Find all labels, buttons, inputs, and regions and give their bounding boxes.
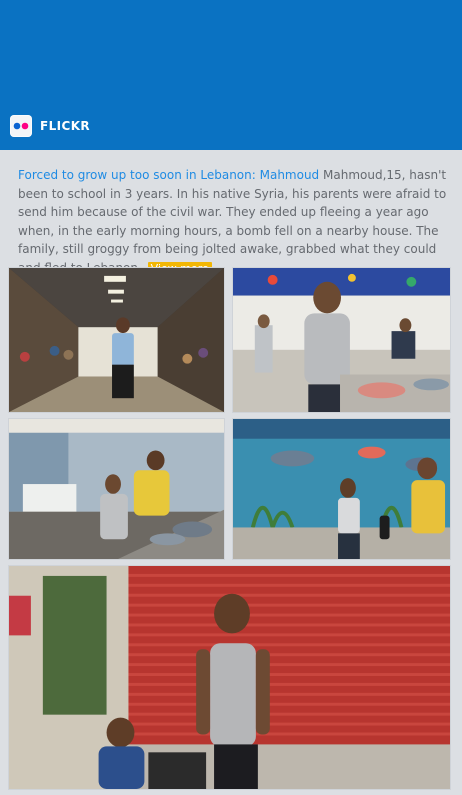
photo-5[interactable] xyxy=(8,565,451,790)
photo-2-image xyxy=(233,268,450,412)
photo-4-image xyxy=(233,419,450,559)
photo-3-image xyxy=(9,419,224,559)
header-bar: FLICKR xyxy=(0,0,462,150)
post-description: Forced to grow up too soon in Lebanon: M… xyxy=(18,166,448,277)
photo-3[interactable] xyxy=(8,418,225,560)
post-title-link[interactable]: Forced to grow up too soon in Lebanon: M… xyxy=(18,168,319,182)
photo-2[interactable] xyxy=(232,267,451,413)
flickr-icon xyxy=(10,115,32,137)
post-body: Mahmoud,15, hasn't been to school in 3 y… xyxy=(18,168,447,275)
photo-1-image xyxy=(9,268,224,412)
flickr-brand[interactable]: FLICKR xyxy=(10,115,90,137)
brand-label: FLICKR xyxy=(40,119,91,133)
photo-4[interactable] xyxy=(232,418,451,560)
photo-5-image xyxy=(9,566,450,789)
photo-1[interactable] xyxy=(8,267,225,413)
